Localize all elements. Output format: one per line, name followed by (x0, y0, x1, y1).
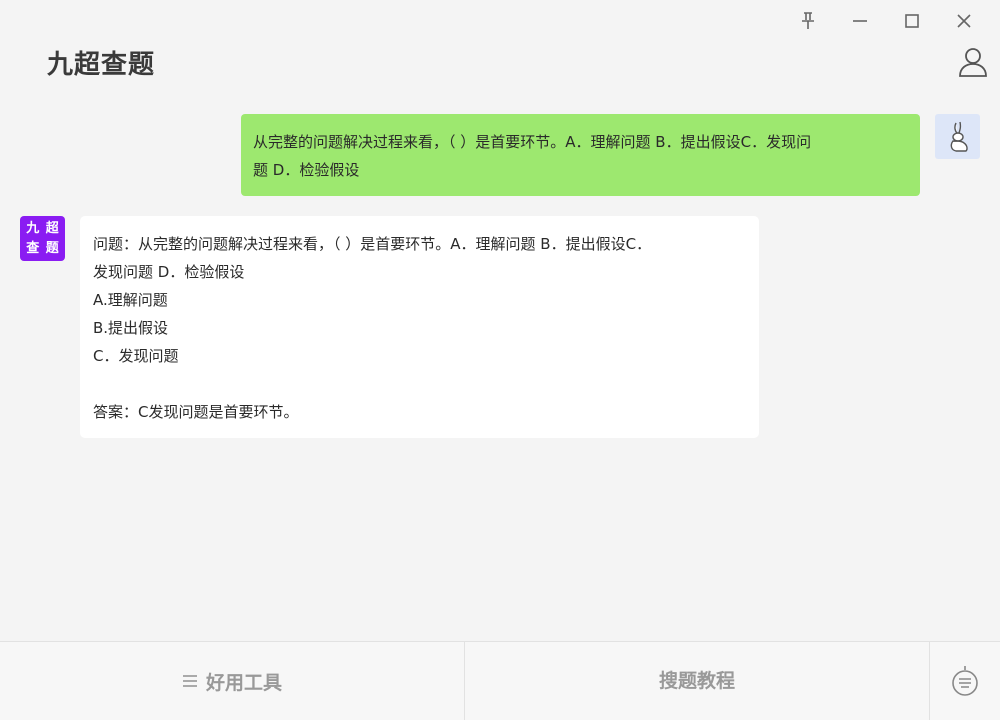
close-icon (957, 14, 971, 28)
pin-icon (802, 12, 814, 29)
bot-message-line (93, 370, 745, 398)
bot-message-line: C．发现问题 (93, 347, 179, 365)
minimize-icon (853, 20, 867, 22)
minimize-button[interactable] (834, 6, 886, 36)
bot-message-line: 问题：从完整的问题解决过程来看，（ ）是首要环节。A．理解问题 B．提出假设C． (93, 235, 652, 253)
user-icon (959, 48, 987, 77)
user-message-line: 题 D．检验假设 (253, 161, 360, 179)
tutorial-tab[interactable]: 搜题教程 (465, 642, 930, 720)
user-message-line: 从完整的问题解决过程来看，（ ）是首要环节。A．理解问题 B．提出假设C．发现问 (253, 133, 812, 151)
keyboard-button[interactable] (930, 642, 1000, 720)
bottom-bar: 好用工具 搜题教程 (0, 641, 1000, 720)
tools-tab[interactable]: 好用工具 (0, 642, 465, 720)
menu-icon (182, 674, 198, 688)
user-profile-button[interactable] (956, 44, 990, 80)
tools-tab-label: 好用工具 (205, 671, 282, 694)
bot-message-line: B.提出假设 (93, 319, 169, 337)
maximize-button[interactable] (886, 6, 938, 36)
pin-button[interactable] (782, 6, 834, 36)
bot-answer-line: 答案：C发现问题是首要环节。 (93, 403, 299, 421)
bot-avatar-char: 超 (45, 221, 59, 237)
app-title: 九超查题 (47, 50, 156, 80)
bot-avatar-char: 题 (45, 240, 59, 256)
bot-avatar: 九 超 查 题 (20, 216, 65, 261)
window-controls (782, 6, 990, 36)
tutorial-tab-label: 搜题教程 (658, 669, 735, 692)
bot-avatar-char: 查 (26, 240, 40, 256)
rabbit-icon (950, 121, 968, 152)
user-avatar (935, 114, 980, 159)
bot-message-line: 发现问题 D．检验假设 (93, 263, 245, 281)
user-message-bubble: 从完整的问题解决过程来看，（ ）是首要环节。A．理解问题 B．提出假设C．发现问… (241, 114, 920, 196)
maximize-icon (905, 14, 919, 28)
keyboard-icon (952, 666, 978, 696)
bot-message-line: A.理解问题 (93, 291, 168, 309)
close-button[interactable] (938, 6, 990, 36)
bot-avatar-char: 九 (26, 221, 40, 237)
bot-message-bubble: 问题：从完整的问题解决过程来看，（ ）是首要环节。A．理解问题 B．提出假设C．… (80, 216, 759, 438)
